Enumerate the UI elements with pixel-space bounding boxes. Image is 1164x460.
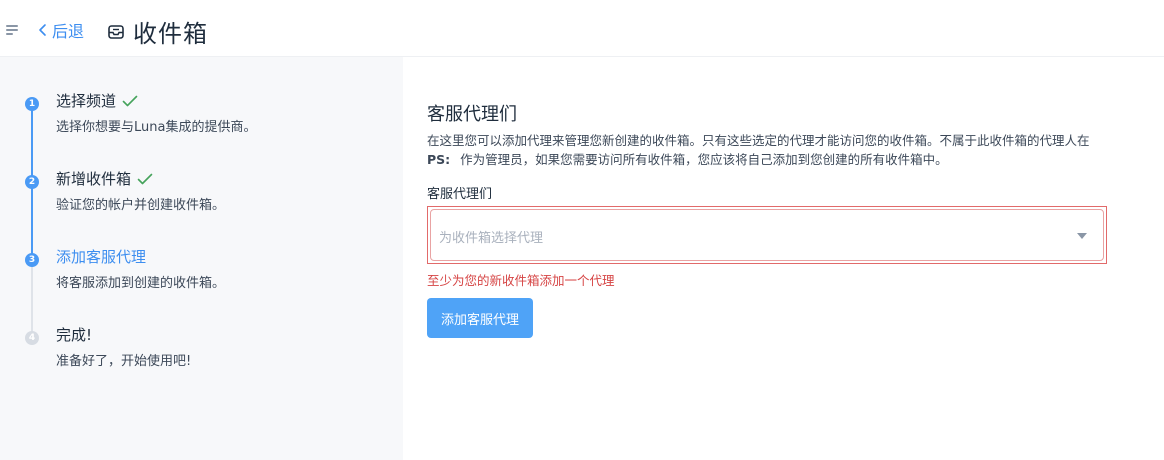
step-description: 准备好了，开始使用吧! bbox=[56, 354, 192, 369]
agents-field-label: 客服代理们 bbox=[427, 187, 493, 202]
step-description: 验证您的帐户并创建收件箱。 bbox=[56, 198, 226, 213]
step-title-text: 新增收件箱 bbox=[56, 170, 132, 188]
ps-text: 作为管理员，如果您需要访问所有收件箱，您应该将自己添加到您创建的所有收件箱中。 bbox=[460, 152, 948, 167]
step-title: 新增收件箱 bbox=[56, 168, 153, 189]
step-title: 添加客服代理 bbox=[56, 246, 146, 267]
page-title-group: 收件箱 bbox=[107, 14, 208, 49]
step-connector bbox=[31, 263, 33, 332]
check-icon bbox=[137, 173, 153, 184]
step-title: 选择频道 bbox=[56, 90, 138, 111]
step-number: 2 bbox=[25, 175, 39, 189]
page-title: 收件箱 bbox=[133, 20, 208, 48]
step-number: 1 bbox=[25, 97, 39, 111]
validation-error: 至少为您的新收件箱添加一个代理 bbox=[427, 273, 615, 288]
add-agents-button[interactable]: 添加客服代理 bbox=[427, 298, 533, 338]
back-button[interactable]: 后退 bbox=[36, 18, 84, 42]
step-number: 4 bbox=[25, 331, 39, 345]
step-description: 选择你想要与Luna集成的提供商。 bbox=[56, 120, 257, 135]
back-label: 后退 bbox=[52, 22, 85, 41]
steps-sidebar: 1 选择频道 选择你想要与Luna集成的提供商。 2 新增收件箱 验证您的帐户并… bbox=[0, 57, 403, 460]
step-number: 3 bbox=[25, 253, 39, 267]
section-description: 在这里您可以添加代理来管理您新创建的收件箱。只有这些选定的代理才能访问您的收件箱… bbox=[427, 131, 1164, 169]
check-icon bbox=[122, 95, 138, 106]
inbox-icon bbox=[108, 24, 124, 39]
ps-label: PS: bbox=[427, 152, 451, 167]
description-text: 在这里您可以添加代理来管理您新创建的收件箱。只有这些选定的代理才能访问您的收件箱… bbox=[427, 133, 1090, 148]
step-title: 完成! bbox=[56, 324, 92, 345]
step-connector bbox=[31, 107, 33, 176]
chevron-left-icon bbox=[39, 24, 46, 36]
menu-icon[interactable] bbox=[6, 25, 18, 35]
agents-form-panel: 客服代理们 在这里您可以添加代理来管理您新创建的收件箱。只有这些选定的代理才能访… bbox=[403, 73, 1164, 460]
section-title: 客服代理们 bbox=[427, 104, 517, 125]
caret-down-icon[interactable] bbox=[1077, 233, 1087, 239]
agents-select[interactable]: 为收件箱选择代理 bbox=[430, 209, 1104, 261]
select-placeholder: 为收件箱选择代理 bbox=[439, 231, 544, 246]
step-title-text: 选择频道 bbox=[56, 92, 117, 110]
ps-note: PS: 作为管理员，如果您需要访问所有收件箱，您应该将自己添加到您创建的所有收件… bbox=[427, 150, 1164, 169]
step-title-text: 添加客服代理 bbox=[56, 248, 147, 266]
agents-select-wrapper: 为收件箱选择代理 bbox=[427, 206, 1107, 264]
step-title-text: 完成! bbox=[56, 326, 93, 344]
step-description: 将客服添加到创建的收件箱。 bbox=[56, 276, 226, 291]
step-connector bbox=[31, 185, 33, 254]
page-header: 后退 收件箱 bbox=[0, 0, 1164, 57]
